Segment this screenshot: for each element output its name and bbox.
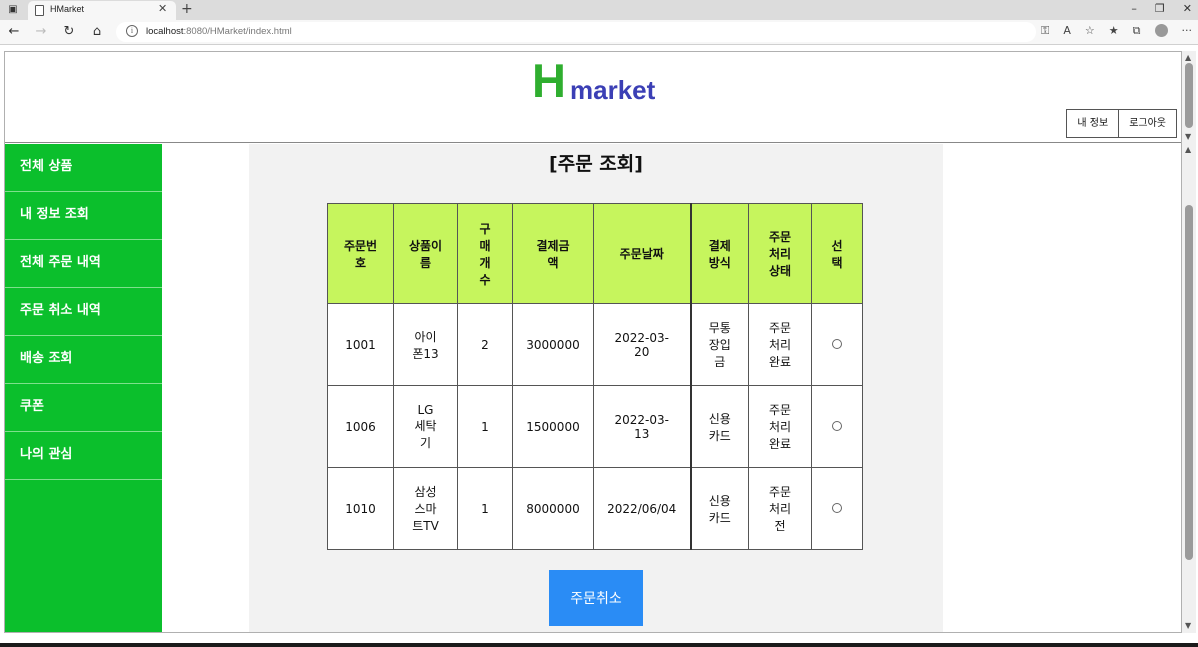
cell-amount: 3000000 xyxy=(512,303,594,386)
sidebar-item-cancelled-orders[interactable]: 주문 취소 내역 xyxy=(5,288,162,336)
logo-text: market xyxy=(570,75,656,105)
cell-status: 주문처리완료 xyxy=(748,303,812,386)
scroll-thumb-header[interactable] xyxy=(1185,63,1193,128)
table-row: 1006 LG세탁기 1 1500000 2022-03-13 신용카드 주문처… xyxy=(327,385,863,468)
main-content: [주문 조회] 주문번호 상품이름 구매개수 결제금액 주문날짜 결제방식 주문… xyxy=(249,144,943,632)
cell-order-no: 1006 xyxy=(327,385,394,468)
close-tab-icon[interactable]: ✕ xyxy=(158,2,167,15)
new-tab-icon[interactable]: + xyxy=(181,1,193,17)
scroll-down-icon[interactable]: ▼ xyxy=(1185,621,1191,630)
sidebar-item-my-info[interactable]: 내 정보 조회 xyxy=(5,192,162,240)
cancel-order-button[interactable]: 주문취소 xyxy=(549,570,643,626)
table-row: 1010 삼성스마트TV 1 8000000 2022/06/04 신용카드 주… xyxy=(327,467,863,550)
favorites-icon[interactable]: ★ xyxy=(1109,24,1119,38)
scroll-up-icon[interactable]: ▲ xyxy=(1185,53,1191,62)
col-order-date: 주문날짜 xyxy=(593,203,691,304)
reload-icon[interactable]: ↻ xyxy=(61,24,77,39)
read-aloud-icon[interactable]: A xyxy=(1063,24,1071,38)
minimize-icon[interactable]: – xyxy=(1131,2,1137,15)
col-select: 선택 xyxy=(811,203,863,304)
sidebar-item-delivery[interactable]: 배송 조회 xyxy=(5,336,162,384)
col-product-name: 상품이름 xyxy=(393,203,458,304)
sidebar-item-all-products[interactable]: 전체 상품 xyxy=(5,144,162,192)
info-icon[interactable]: i xyxy=(126,25,138,37)
cell-order-no: 1010 xyxy=(327,467,394,550)
logo-h: H xyxy=(532,54,566,107)
cell-qty: 2 xyxy=(457,303,513,386)
tab-title: HMarket xyxy=(50,4,85,14)
address-bar[interactable]: i localhost:8080/HMarket/index.html xyxy=(116,22,1036,42)
restore-icon[interactable]: ❐ xyxy=(1155,2,1165,15)
browser-window: ▣ HMarket ✕ + – ❐ ✕ ← → ↻ ⌂ i localhost:… xyxy=(0,0,1198,643)
col-order-no: 주문번호 xyxy=(327,203,394,304)
profile-avatar[interactable] xyxy=(1154,24,1168,37)
cell-product: LG세탁기 xyxy=(393,385,458,468)
select-radio[interactable] xyxy=(832,420,842,431)
cell-payment: 무통장입금 xyxy=(689,303,749,386)
orders-table: 주문번호 상품이름 구매개수 결제금액 주문날짜 결제방식 주문처리상태 선택 … xyxy=(327,203,863,550)
cell-date: 2022/06/04 xyxy=(593,467,691,550)
sidebar-item-all-orders[interactable]: 전체 주문 내역 xyxy=(5,240,162,288)
scroll-down-icon[interactable]: ▼ xyxy=(1185,132,1191,141)
more-options-icon[interactable]: ··· xyxy=(1182,24,1193,38)
home-icon[interactable]: ⌂ xyxy=(89,24,105,39)
table-row: 1001 아이폰13 2 3000000 2022-03-20 무통장입금 주문… xyxy=(327,303,863,386)
window-menu-icon[interactable]: ▣ xyxy=(6,3,20,17)
cell-select xyxy=(811,385,863,468)
col-amount: 결제금액 xyxy=(512,203,594,304)
close-window-icon[interactable]: ✕ xyxy=(1183,2,1192,15)
my-info-button[interactable]: 내 정보 xyxy=(1066,109,1120,138)
cell-order-no: 1001 xyxy=(327,303,394,386)
cell-date: 2022-03-20 xyxy=(593,303,691,386)
cell-product: 삼성스마트TV xyxy=(393,467,458,550)
cell-product: 아이폰13 xyxy=(393,303,458,386)
select-radio[interactable] xyxy=(832,338,842,349)
cell-amount: 1500000 xyxy=(512,385,594,468)
back-icon[interactable]: ← xyxy=(6,24,22,39)
cell-qty: 1 xyxy=(457,467,513,550)
cell-date: 2022-03-13 xyxy=(593,385,691,468)
sidebar-item-wishlist[interactable]: 나의 관심 xyxy=(5,432,162,480)
cell-qty: 1 xyxy=(457,385,513,468)
col-status: 주문처리상태 xyxy=(748,203,812,304)
table-header-row: 주문번호 상품이름 구매개수 결제금액 주문날짜 결제방식 주문처리상태 선택 xyxy=(327,203,863,304)
col-payment: 결제방식 xyxy=(689,203,749,304)
forward-icon[interactable]: → xyxy=(33,24,49,39)
cell-status: 주문처리전 xyxy=(748,467,812,550)
cell-payment: 신용카드 xyxy=(689,467,749,550)
scroll-up-icon[interactable]: ▲ xyxy=(1185,145,1191,154)
tab-strip: ▣ HMarket ✕ + – ❐ ✕ xyxy=(0,0,1198,20)
page-icon xyxy=(35,5,44,16)
logout-button[interactable]: 로그아웃 xyxy=(1118,109,1177,138)
cell-select xyxy=(811,467,863,550)
favorite-add-icon[interactable]: ☆ xyxy=(1085,24,1095,38)
site-header: H market 내 정보 로그아웃 xyxy=(5,52,1181,143)
web-page: H market 내 정보 로그아웃 전체 상품 내 정보 조회 전체 주문 내… xyxy=(4,51,1182,633)
page-scrollbar[interactable]: ▲ ▼ ▲ ▼ xyxy=(1182,51,1196,633)
url-text[interactable]: localhost:8080/HMarket/index.html xyxy=(146,26,292,37)
collections-icon[interactable]: ⧉ xyxy=(1133,24,1141,38)
key-icon[interactable]: ⚿ xyxy=(1041,24,1049,38)
cell-status: 주문처리완료 xyxy=(748,385,812,468)
cell-amount: 8000000 xyxy=(512,467,594,550)
cell-select xyxy=(811,303,863,386)
sidebar-menu: 전체 상품 내 정보 조회 전체 주문 내역 주문 취소 내역 배송 조회 쿠폰… xyxy=(5,144,162,632)
page-title: [주문 조회] xyxy=(549,153,643,175)
browser-tab[interactable]: HMarket xyxy=(28,1,176,20)
sidebar-item-coupon[interactable]: 쿠폰 xyxy=(5,384,162,432)
scroll-thumb[interactable] xyxy=(1185,205,1193,560)
browser-toolbar: ← → ↻ ⌂ i localhost:8080/HMarket/index.h… xyxy=(0,20,1198,45)
col-quantity: 구매개수 xyxy=(457,203,513,304)
cell-payment: 신용카드 xyxy=(689,385,749,468)
select-radio[interactable] xyxy=(832,502,842,513)
